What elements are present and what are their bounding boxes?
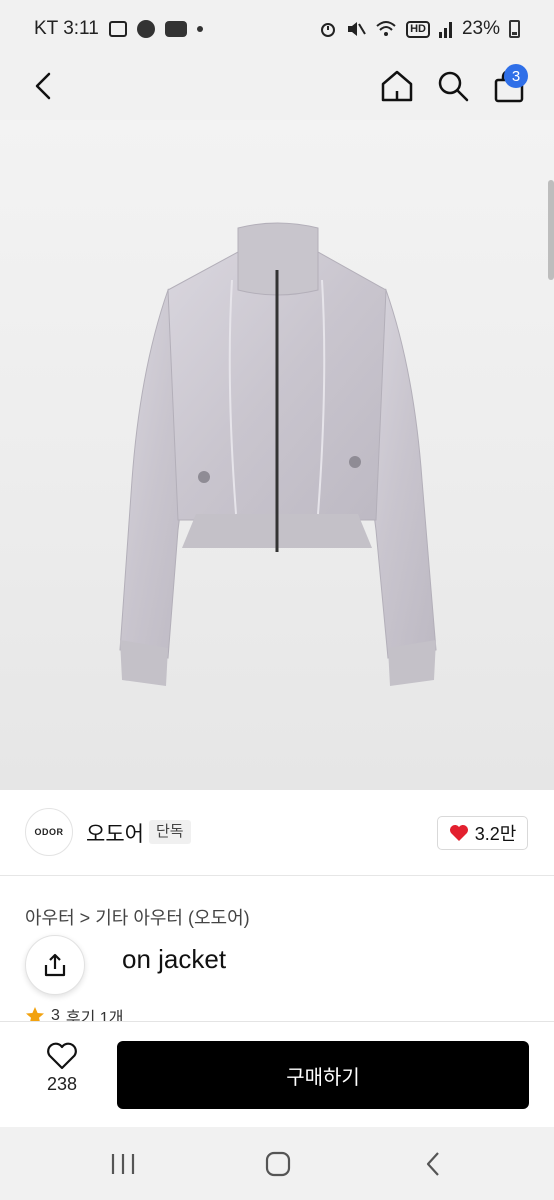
- shop-avatar[interactable]: ODOR: [25, 808, 73, 856]
- buy-button[interactable]: 구매하기: [117, 1041, 529, 1109]
- product-title: on jacket: [122, 944, 227, 974]
- gallery-icon: [108, 21, 127, 37]
- app-screen: KT 3:11 HD 23% 3 ODOR 오도어 단독 3.2만 아우터 > …: [0, 0, 554, 1200]
- back-icon: [35, 72, 51, 100]
- search-icon: [438, 71, 469, 102]
- heart-outline-icon: [47, 1042, 77, 1070]
- status-bar: KT 3:11 HD 23%: [0, 0, 554, 58]
- jacket-image: [119, 222, 437, 686]
- likes-button[interactable]: 3.2만: [437, 816, 528, 850]
- alarm-icon: [321, 23, 336, 37]
- share-icon: [44, 953, 66, 977]
- carrier-time: KT 3:11: [34, 18, 99, 39]
- seller-row: ODOR 오도어 단독 3.2만: [0, 790, 554, 876]
- shop-name[interactable]: 오도어: [86, 818, 144, 848]
- dot-icon: [196, 26, 203, 32]
- product-image[interactable]: [0, 120, 554, 790]
- exclusive-badge: 단독: [149, 820, 191, 844]
- home-button[interactable]: [376, 64, 418, 108]
- wishlist-count: 238: [46, 1074, 78, 1094]
- home-nav-icon: [265, 1151, 291, 1177]
- scrollbar[interactable]: [548, 180, 554, 280]
- home-nav-button[interactable]: [258, 1147, 298, 1181]
- search-button[interactable]: [432, 64, 474, 108]
- signal-icon: [438, 22, 452, 38]
- breadcrumb[interactable]: 아우터 > 기타 아우터 (오도어): [25, 904, 250, 930]
- battery-icon: [509, 20, 520, 38]
- home-icon: [381, 70, 413, 102]
- share-button[interactable]: [25, 935, 85, 995]
- cart-count-badge: 3: [504, 64, 528, 88]
- back-button[interactable]: [24, 66, 64, 106]
- ably-icon: [164, 21, 187, 37]
- back-nav-icon: [426, 1152, 439, 1176]
- recent-apps-button[interactable]: [103, 1147, 143, 1181]
- hd-icon: HD: [406, 20, 430, 38]
- bottom-action-bar: 238 구매하기: [0, 1021, 554, 1127]
- wifi-icon: [376, 21, 396, 36]
- system-nav-bar: [0, 1127, 554, 1200]
- battery-percent: 23%: [461, 18, 500, 39]
- back-nav-button[interactable]: [413, 1147, 453, 1181]
- likes-count: 3.2만: [474, 824, 517, 844]
- heart-filled-icon: [449, 825, 468, 841]
- shop-logo-text: ODOR: [34, 827, 64, 837]
- recent-apps-icon: [111, 1154, 135, 1174]
- mute-icon: [348, 22, 366, 36]
- top-app-bar: [0, 58, 554, 120]
- wishlist-button[interactable]: 238: [28, 1042, 96, 1108]
- starbucks-icon: [136, 20, 155, 38]
